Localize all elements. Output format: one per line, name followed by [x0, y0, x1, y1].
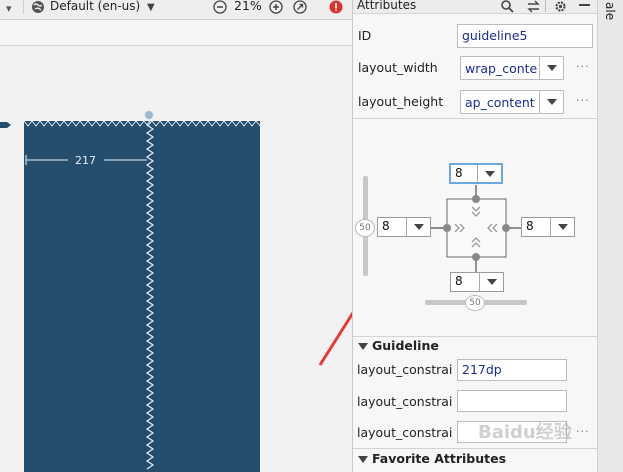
- more-options-icon[interactable]: ···: [576, 60, 590, 73]
- bottom-margin-value: 8: [455, 274, 463, 288]
- guideline-begin-field[interactable]: 217dp: [457, 359, 567, 381]
- collapse-icon[interactable]: [358, 343, 368, 350]
- horizontal-bias-value: 50: [469, 298, 481, 308]
- guideline-row-label: layout_constraint: [357, 394, 453, 409]
- globe-icon[interactable]: [31, 0, 45, 14]
- top-margin-value: 8: [455, 166, 463, 180]
- guideline-row-value: 217dp: [462, 362, 502, 377]
- guideline-distance-label: 217: [75, 154, 96, 167]
- chevron-down-icon[interactable]: [550, 218, 574, 236]
- more-options-icon[interactable]: ···: [576, 94, 590, 107]
- error-icon[interactable]: [329, 0, 343, 14]
- watermark: Baidu经验: [478, 422, 572, 443]
- chevron-down-icon: ▼: [147, 2, 155, 13]
- favorite-attributes-title: Favorite Attributes: [372, 451, 507, 466]
- chevron-down-icon[interactable]: [477, 165, 501, 182]
- search-icon[interactable]: [501, 0, 514, 16]
- side-tool-strip[interactable]: ale: [597, 0, 623, 472]
- device-frame-decor: [24, 121, 260, 470]
- toolbar-divider: [23, 0, 24, 14]
- chevron-down-icon[interactable]: [479, 273, 503, 291]
- layout-height-label: layout_height: [358, 94, 444, 109]
- vertical-bias-knob[interactable]: 50: [355, 219, 375, 237]
- attributes-header: Attributes: [353, 0, 597, 14]
- guideline-end-field[interactable]: [457, 390, 567, 412]
- id-field[interactable]: guideline5: [457, 24, 593, 48]
- guideline-row-label: layout_constraint: [357, 425, 453, 440]
- layout-width-dropdown[interactable]: wrap_conte: [460, 56, 564, 80]
- minimize-icon[interactable]: [579, 4, 590, 6]
- side-strip-label: ale: [603, 2, 617, 21]
- canvas-corner-marker: [0, 117, 12, 128]
- top-margin-dropdown[interactable]: 8: [449, 163, 503, 184]
- horizontal-bias-knob[interactable]: 50: [465, 295, 485, 311]
- zoom-out-icon[interactable]: [213, 0, 227, 14]
- header-divider: [545, 0, 546, 12]
- bottom-margin-dropdown[interactable]: 8: [450, 272, 504, 292]
- chevron-down-icon[interactable]: [539, 57, 563, 79]
- left-margin-dropdown[interactable]: 8: [377, 217, 431, 237]
- section-divider: [353, 336, 597, 337]
- right-margin-value: 8: [526, 219, 534, 233]
- guideline-row-label: layout_constraint: [357, 362, 453, 377]
- collapse-icon[interactable]: [358, 456, 368, 463]
- layout-width-value: wrap_conte: [465, 60, 538, 76]
- gear-icon[interactable]: [554, 0, 567, 16]
- zoom-level: 21%: [234, 0, 262, 13]
- chevron-down-icon[interactable]: ▾: [6, 2, 12, 15]
- editor-toolbar: ▾ Default (en-us) ▼ 21%: [0, 0, 352, 20]
- guideline-handle[interactable]: [144, 110, 154, 120]
- right-margin-dropdown[interactable]: 8: [521, 217, 575, 237]
- device-screen[interactable]: 217: [24, 121, 260, 472]
- canvas-subbar: [0, 20, 352, 46]
- panel-title: Attributes: [357, 0, 417, 12]
- section-divider: [353, 448, 597, 449]
- zoom-to-fit-icon[interactable]: [293, 0, 307, 14]
- layout-height-value: ap_content: [465, 94, 535, 110]
- section-divider: [353, 118, 597, 119]
- layout-width-label: layout_width: [358, 60, 438, 75]
- zoom-in-icon[interactable]: [269, 0, 283, 14]
- more-options-icon[interactable]: ···: [576, 425, 590, 438]
- layout-height-dropdown[interactable]: ap_content: [460, 90, 564, 114]
- id-label: ID: [358, 28, 372, 43]
- chevron-down-icon[interactable]: [539, 91, 563, 113]
- locale-label: Default (en-us): [50, 0, 141, 13]
- constraint-diagram: [429, 185, 521, 275]
- chevron-down-icon[interactable]: [406, 218, 430, 236]
- left-margin-value: 8: [382, 219, 390, 233]
- guideline-section-title: Guideline: [372, 338, 439, 353]
- vertical-bias-value: 50: [359, 223, 371, 233]
- swap-icon[interactable]: [527, 0, 540, 16]
- id-value: guideline5: [462, 28, 528, 43]
- locale-dropdown[interactable]: Default (en-us) ▼: [50, 0, 155, 13]
